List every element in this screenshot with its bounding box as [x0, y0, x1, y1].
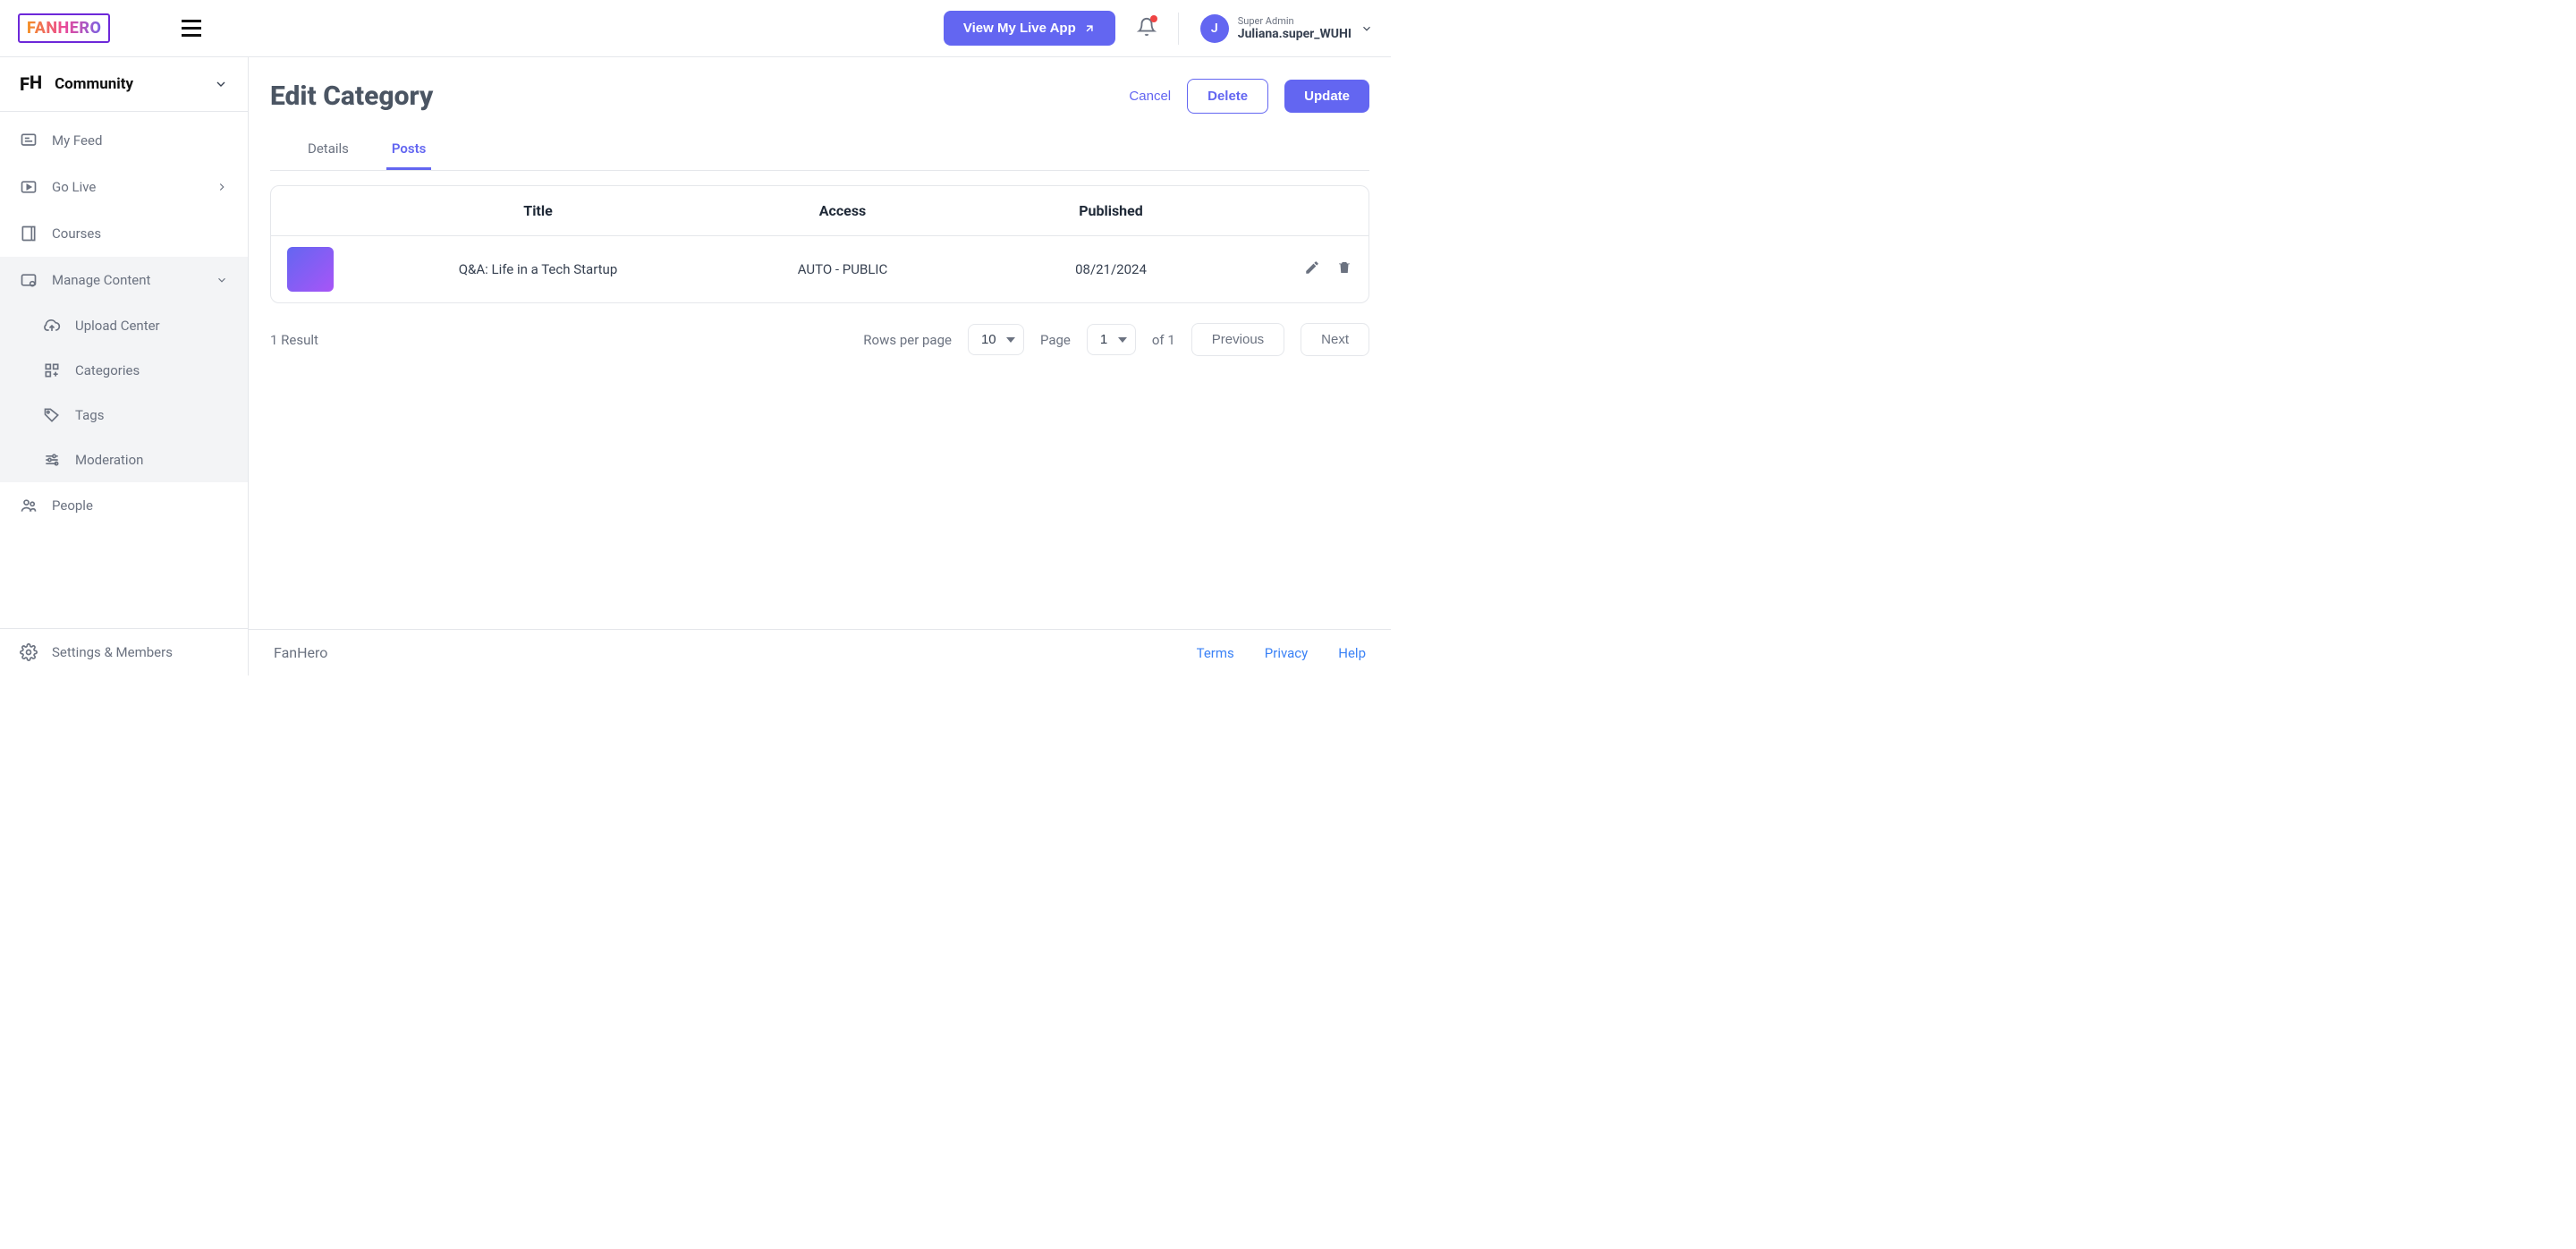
rows-per-page-label: Rows per page	[863, 332, 952, 348]
col-title: Title	[368, 202, 708, 219]
logo[interactable]: FANHERO	[18, 13, 110, 43]
sidebar-item-go-live[interactable]: Go Live	[0, 164, 248, 210]
delete-button[interactable]: Delete	[1187, 79, 1268, 114]
sidebar-item-manage-content[interactable]: Manage Content	[0, 257, 248, 303]
sidebar-item-settings[interactable]: Settings & Members	[0, 629, 248, 675]
trash-icon	[1336, 259, 1352, 276]
people-icon	[20, 497, 38, 514]
chevron-down-icon	[216, 274, 228, 286]
notifications-button[interactable]	[1137, 17, 1157, 40]
video-icon	[20, 178, 38, 196]
edit-row-button[interactable]	[1304, 259, 1320, 279]
notification-dot	[1150, 15, 1157, 22]
page-select[interactable]: 1	[1087, 324, 1136, 355]
tab-posts[interactable]: Posts	[386, 132, 431, 170]
tag-icon	[43, 406, 61, 424]
sidebar-item-label: Go Live	[52, 179, 96, 195]
page-of-text: of 1	[1152, 332, 1175, 348]
chevron-down-icon	[214, 77, 228, 91]
sidebar-item-label: Upload Center	[75, 318, 160, 334]
update-button[interactable]: Update	[1284, 80, 1369, 113]
view-app-label: View My Live App	[963, 21, 1076, 36]
workspace-icon: FH	[20, 73, 42, 95]
chevron-down-icon	[1360, 22, 1373, 35]
chevron-right-icon	[216, 181, 228, 193]
tab-details[interactable]: Details	[302, 132, 354, 170]
sidebar-item-label: People	[52, 497, 93, 514]
folder-gear-icon	[20, 271, 38, 289]
result-count: 1 Result	[270, 332, 318, 348]
view-live-app-button[interactable]: View My Live App	[944, 11, 1115, 46]
workspace-name: Community	[55, 75, 133, 93]
pagination: 1 Result Rows per page 10 Page 1	[270, 323, 1369, 356]
sidebar-item-tags[interactable]: Tags	[0, 393, 248, 438]
sidebar-item-label: Manage Content	[52, 272, 150, 288]
footer-link-privacy[interactable]: Privacy	[1265, 645, 1308, 661]
main-content: Edit Category Cancel Delete Update Detai…	[249, 57, 1391, 675]
pencil-icon	[1304, 259, 1320, 276]
user-name: Juliana.super_WUHI	[1238, 27, 1352, 42]
header-divider	[1178, 13, 1179, 45]
cell-access: AUTO - PUBLIC	[708, 261, 977, 277]
page-label: Page	[1040, 332, 1071, 348]
sidebar-item-label: Settings & Members	[52, 644, 173, 660]
cancel-button[interactable]: Cancel	[1129, 89, 1171, 104]
sidebar-item-moderation[interactable]: Moderation	[0, 438, 248, 482]
cell-title: Q&A: Life in a Tech Startup	[368, 261, 708, 277]
app-header: FANHERO View My Live App J Super Admin J…	[0, 0, 1391, 57]
previous-button[interactable]: Previous	[1191, 323, 1284, 356]
sidebar-item-label: Categories	[75, 362, 140, 378]
cell-published: 08/21/2024	[977, 261, 1245, 277]
sidebar-item-label: Moderation	[75, 452, 143, 468]
col-published: Published	[977, 202, 1245, 219]
user-role: Super Admin	[1238, 15, 1352, 27]
page-title: Edit Category	[270, 81, 433, 112]
sidebar-item-categories[interactable]: Categories	[0, 348, 248, 393]
menu-toggle-icon[interactable]	[182, 20, 201, 37]
table-header-row: Title Access Published	[271, 186, 1368, 236]
footer-brand: FanHero	[274, 644, 327, 661]
book-icon	[20, 225, 38, 242]
next-button[interactable]: Next	[1301, 323, 1369, 356]
feed-icon	[20, 132, 38, 149]
sliders-icon	[43, 451, 61, 469]
main-nav: My Feed Go Live Courses Manage	[0, 112, 248, 628]
sidebar-item-people[interactable]: People	[0, 482, 248, 529]
col-access: Access	[708, 202, 977, 219]
sidebar: FH Community My Feed Go Live	[0, 57, 249, 675]
sidebar-item-upload-center[interactable]: Upload Center	[0, 303, 248, 348]
avatar: J	[1200, 14, 1229, 43]
workspace-selector[interactable]: FH Community	[0, 57, 248, 112]
post-thumbnail	[287, 247, 334, 292]
sidebar-item-label: Courses	[52, 225, 101, 242]
sidebar-item-label: My Feed	[52, 132, 102, 149]
footer-link-help[interactable]: Help	[1338, 645, 1366, 661]
footer-link-terms[interactable]: Terms	[1197, 645, 1234, 661]
grid-plus-icon	[43, 361, 61, 379]
sidebar-item-my-feed[interactable]: My Feed	[0, 117, 248, 164]
table-row: Q&A: Life in a Tech Startup AUTO - PUBLI…	[271, 236, 1368, 302]
delete-row-button[interactable]	[1336, 259, 1352, 279]
rows-per-page-select[interactable]: 10	[968, 324, 1024, 355]
user-menu[interactable]: J Super Admin Juliana.super_WUHI	[1200, 14, 1373, 43]
gear-icon	[20, 643, 38, 661]
sidebar-item-courses[interactable]: Courses	[0, 210, 248, 257]
external-link-icon	[1083, 22, 1096, 35]
sidebar-item-label: Tags	[75, 407, 104, 423]
cloud-upload-icon	[43, 317, 61, 335]
manage-content-submenu: Upload Center Categories Tags Moderation	[0, 303, 248, 482]
tabset: Details Posts	[270, 132, 1369, 171]
posts-table: Title Access Published Q&A: Life in a Te…	[270, 185, 1369, 303]
app-footer: FanHero Terms Privacy Help	[249, 629, 1391, 675]
